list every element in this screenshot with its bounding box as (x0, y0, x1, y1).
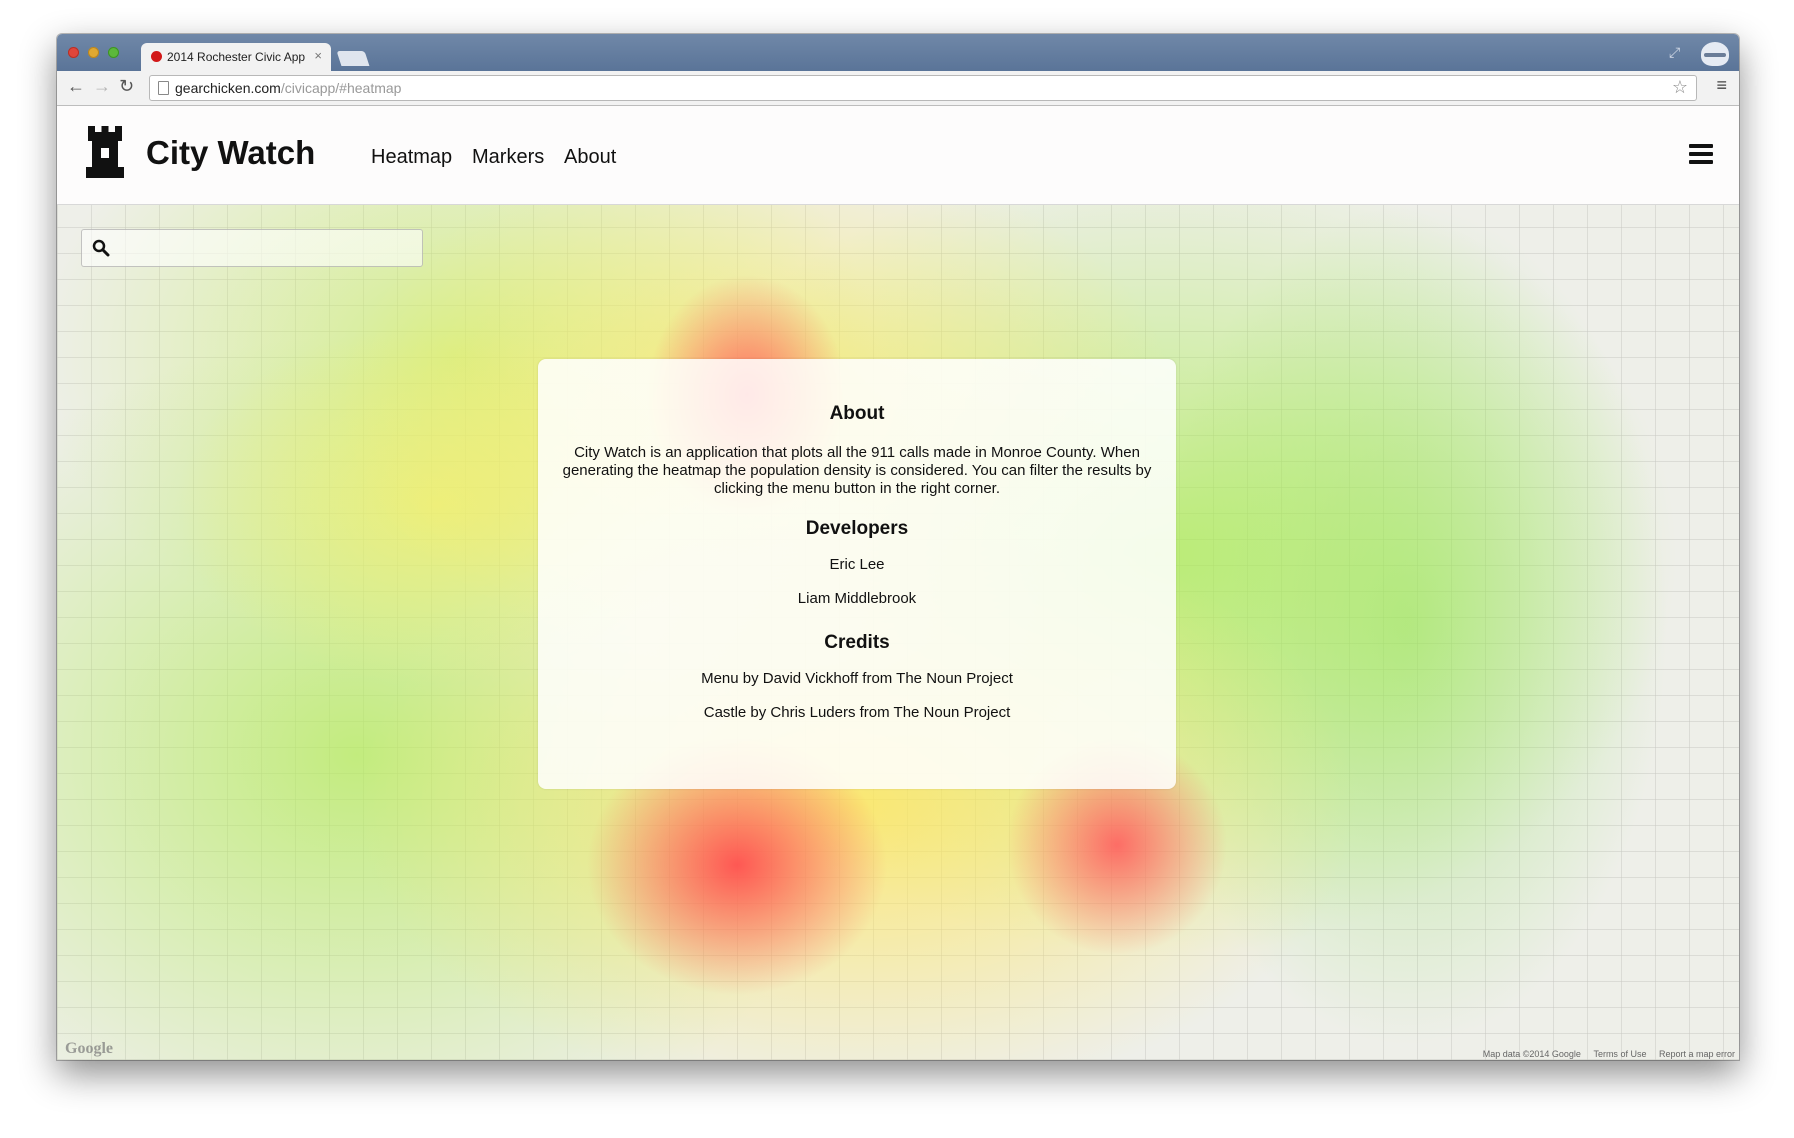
search-icon (92, 239, 110, 257)
report-error-link[interactable]: Report a map error (1659, 1049, 1735, 1059)
app-title[interactable]: City Watch (146, 134, 315, 172)
address-bar[interactable]: gearchicken.com/civicapp/#heatmap ☆ (149, 75, 1697, 101)
castle-icon[interactable] (86, 126, 124, 178)
about-title: About (829, 403, 885, 424)
google-logo[interactable]: Google (65, 1040, 113, 1058)
developer-name: Liam Middlebrook (797, 590, 917, 607)
nav-about[interactable]: About (564, 146, 616, 169)
incognito-icon (1701, 42, 1729, 66)
star-icon[interactable]: ☆ (1672, 77, 1688, 98)
map-search-input[interactable] (120, 230, 414, 266)
developer-name: Eric Lee (829, 556, 885, 573)
credit-line: Menu by David Vickhoff from The Noun Pro… (701, 670, 1013, 687)
about-panel: About City Watch is an application that … (538, 359, 1176, 789)
developers-title: Developers (805, 518, 909, 539)
map-data-text: Map data ©2014 Google (1482, 1049, 1581, 1059)
tab-bar: 2014 Rochester Civic App × ⤢ (57, 34, 1739, 71)
tab-title: 2014 Rochester Civic App (167, 50, 306, 64)
forward-icon[interactable]: → (93, 76, 111, 97)
reload-icon[interactable]: ↻ (119, 76, 134, 97)
url-text: gearchicken.com/civicapp/#heatmap (175, 80, 402, 96)
nav-markers[interactable]: Markers (472, 146, 544, 169)
hamburger-icon[interactable] (1689, 144, 1713, 164)
credit-line: Castle by Chris Luders from The Noun Pro… (703, 704, 1011, 721)
browser-tab[interactable]: 2014 Rochester Civic App × (141, 43, 331, 71)
window-maximize-button[interactable] (108, 47, 119, 58)
browser-toolbar: ← → ↻ gearchicken.com/civicapp/#heatmap … (57, 71, 1739, 106)
fullscreen-icon[interactable]: ⤢ (1669, 44, 1680, 61)
tab-close-button[interactable]: × (314, 48, 322, 63)
new-tab-button[interactable] (336, 51, 370, 66)
map-search-box[interactable] (81, 229, 423, 267)
browser-menu-icon[interactable]: ≡ (1716, 75, 1727, 96)
back-icon[interactable]: ← (67, 76, 85, 97)
window-close-button[interactable] (68, 47, 79, 58)
about-description: City Watch is an application that plots … (562, 444, 1152, 497)
credits-title: Credits (824, 632, 890, 653)
window-minimize-button[interactable] (88, 47, 99, 58)
app-header: City Watch Heatmap Markers About (57, 106, 1739, 205)
favicon-icon (151, 51, 162, 62)
terms-link[interactable]: Terms of Use (1593, 1049, 1646, 1059)
window-controls-right: ⤢ (1669, 42, 1729, 66)
nav-heatmap[interactable]: Heatmap (371, 146, 452, 169)
page-icon (158, 81, 169, 95)
map-attribution: Map data ©2014 Google Terms of Use Repor… (1473, 1049, 1735, 1059)
